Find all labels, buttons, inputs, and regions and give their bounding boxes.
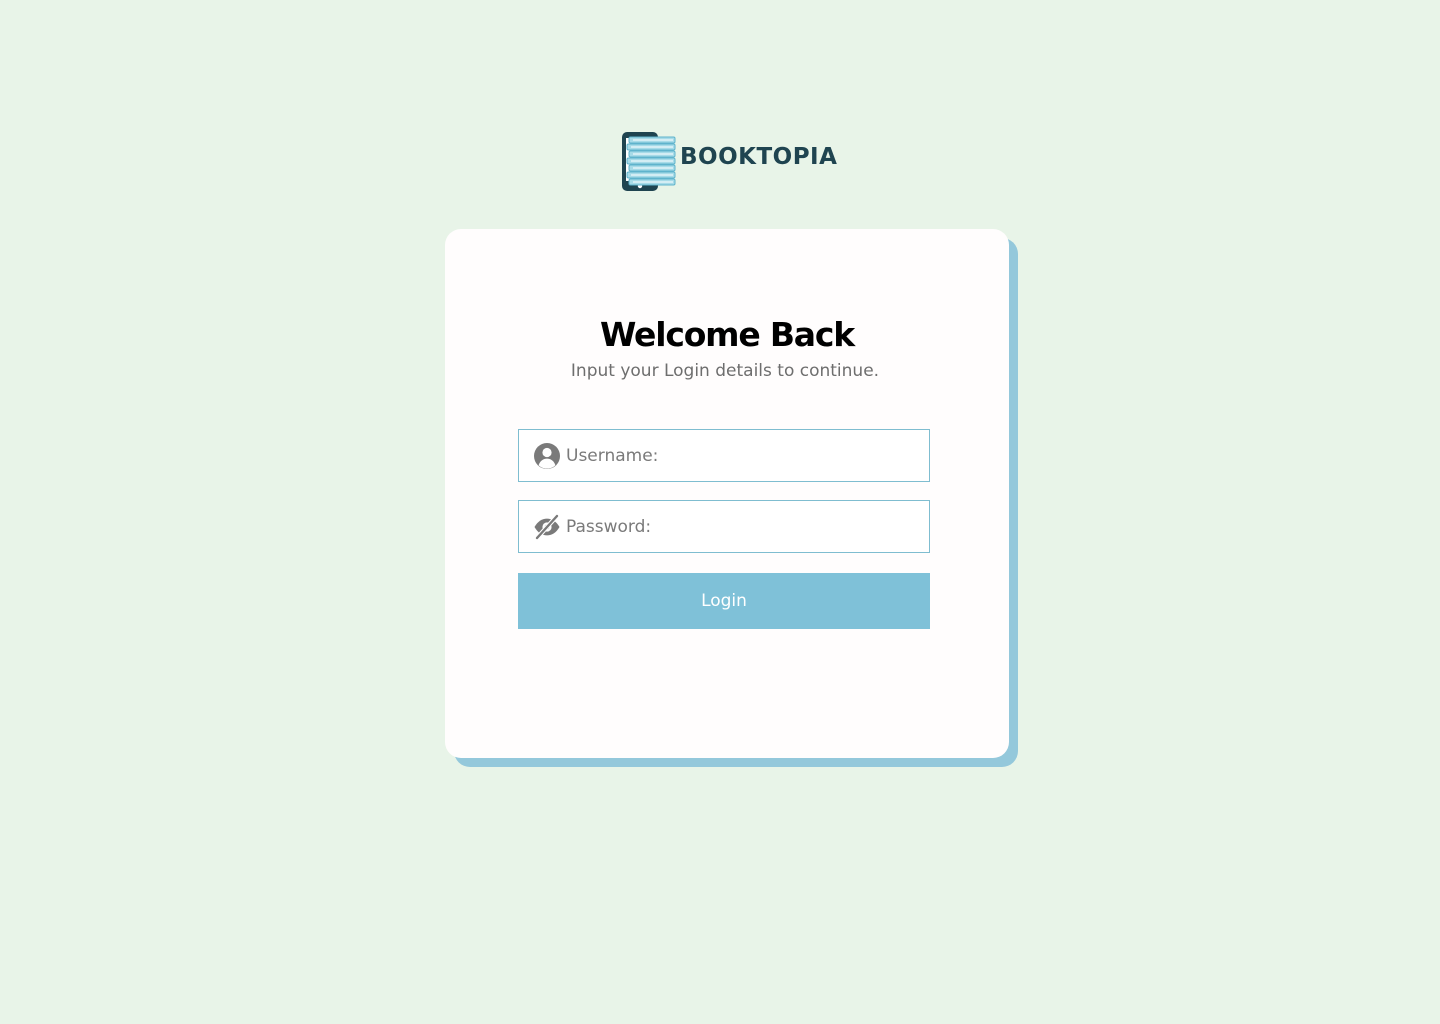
login-card: Welcome Back Input your Login details to… — [445, 229, 1009, 758]
page-subtitle: Input your Login details to continue. — [570, 361, 880, 381]
login-button[interactable]: Login — [518, 573, 930, 629]
brand-name: BOOKTOPIA — [680, 144, 838, 170]
user-icon — [534, 443, 560, 469]
username-input[interactable] — [566, 430, 921, 481]
eye-slash-icon[interactable] — [533, 513, 561, 541]
username-field[interactable] — [518, 429, 930, 482]
brand-header: BOOKTOPIA — [620, 131, 837, 193]
tablet-with-books-logo — [622, 132, 676, 191]
page-title: Welcome Back — [600, 315, 855, 354]
password-input[interactable] — [566, 501, 921, 552]
password-field[interactable] — [518, 500, 930, 553]
